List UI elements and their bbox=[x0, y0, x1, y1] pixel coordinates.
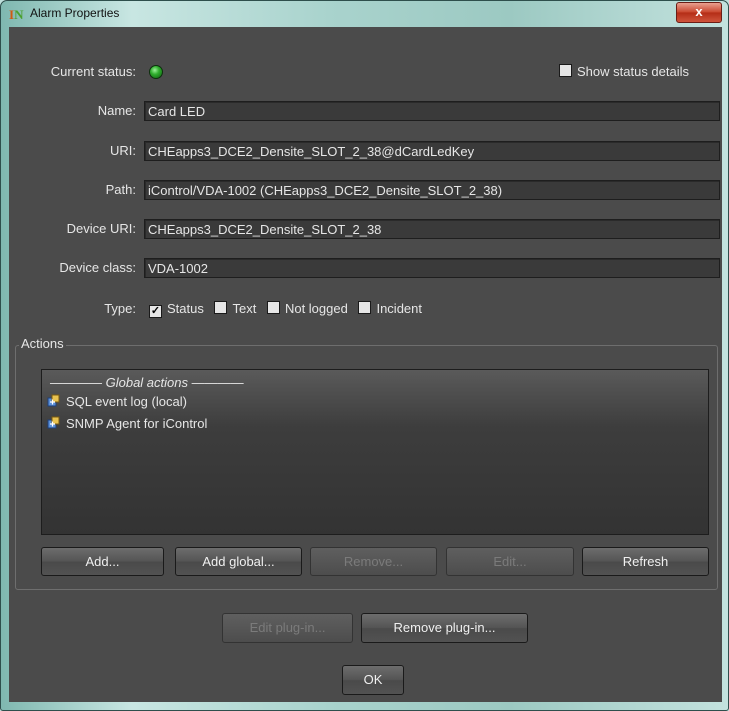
app-icon: IN bbox=[9, 7, 24, 22]
name-field[interactable]: Card LED bbox=[144, 101, 720, 121]
alarm-properties-window: IN Alarm Properties x Current status: Sh… bbox=[0, 0, 729, 711]
type-options: ✓ Status Text Not logged Incident bbox=[149, 301, 429, 318]
remove-plugin-button[interactable]: Remove plug-in... bbox=[361, 613, 528, 643]
close-button[interactable]: x bbox=[676, 2, 722, 23]
title-bar[interactable]: IN Alarm Properties x bbox=[1, 1, 728, 27]
edit-plugin-button[interactable]: Edit plug-in... bbox=[222, 613, 353, 643]
type-status-label: Status bbox=[167, 301, 204, 316]
sql-event-log-label: SQL event log (local) bbox=[66, 394, 187, 409]
ok-button[interactable]: OK bbox=[342, 665, 404, 695]
device-uri-label: Device URI: bbox=[66, 221, 136, 236]
checkbox-box-icon bbox=[266, 301, 280, 314]
checkbox-box-icon bbox=[559, 64, 572, 77]
type-not-logged-checkbox[interactable]: Not logged bbox=[266, 301, 348, 316]
path-field[interactable]: iControl/VDA-1002 (CHEapps3_DCE2_Densite… bbox=[144, 180, 720, 200]
checkmark-icon: ✓ bbox=[149, 305, 162, 318]
edit-button[interactable]: Edit... bbox=[446, 547, 574, 576]
remove-button[interactable]: Remove... bbox=[310, 547, 437, 576]
type-incident-checkbox[interactable]: Incident bbox=[358, 301, 422, 316]
actions-list[interactable]: ———— Global actions ———— SQL event log (… bbox=[41, 369, 709, 535]
uri-field[interactable]: CHEapps3_DCE2_Densite_SLOT_2_38@dCardLed… bbox=[144, 141, 720, 161]
device-class-label: Device class: bbox=[59, 260, 136, 275]
list-item[interactable]: SQL event log (local) bbox=[46, 394, 187, 409]
type-status-checkbox[interactable]: ✓ Status bbox=[149, 301, 204, 318]
type-text-checkbox[interactable]: Text bbox=[214, 301, 256, 316]
checkbox-box-icon bbox=[214, 301, 228, 314]
type-label: Type: bbox=[104, 301, 136, 316]
type-incident-label: Incident bbox=[376, 301, 423, 316]
add-button[interactable]: Add... bbox=[41, 547, 164, 576]
device-uri-field[interactable]: CHEapps3_DCE2_Densite_SLOT_2_38 bbox=[144, 219, 720, 239]
dialog-body: Current status: Show status details Name… bbox=[9, 27, 722, 702]
current-status-label: Current status: bbox=[50, 64, 136, 79]
path-label: Path: bbox=[105, 182, 136, 197]
status-led-icon bbox=[149, 65, 163, 79]
checkbox-box-icon bbox=[358, 301, 372, 314]
type-text-label: Text bbox=[232, 301, 257, 316]
actions-group-title: Actions bbox=[19, 336, 66, 351]
device-class-field[interactable]: VDA-1002 bbox=[144, 258, 720, 278]
refresh-button[interactable]: Refresh bbox=[582, 547, 709, 576]
plugin-icon bbox=[47, 416, 60, 429]
type-not-logged-label: Not logged bbox=[284, 301, 348, 316]
show-status-details-checkbox[interactable]: Show status details bbox=[559, 64, 689, 79]
uri-label: URI: bbox=[110, 143, 136, 158]
add-global-button[interactable]: Add global... bbox=[175, 547, 302, 576]
show-status-details-label: Show status details bbox=[577, 64, 690, 79]
snmp-agent-label: SNMP Agent for iControl bbox=[66, 416, 208, 431]
name-label: Name: bbox=[97, 103, 136, 118]
plugin-icon bbox=[47, 394, 60, 407]
window-title: Alarm Properties bbox=[30, 6, 120, 20]
list-item[interactable]: SNMP Agent for iControl bbox=[46, 416, 207, 431]
global-actions-header: ———— Global actions ———— bbox=[50, 375, 244, 390]
